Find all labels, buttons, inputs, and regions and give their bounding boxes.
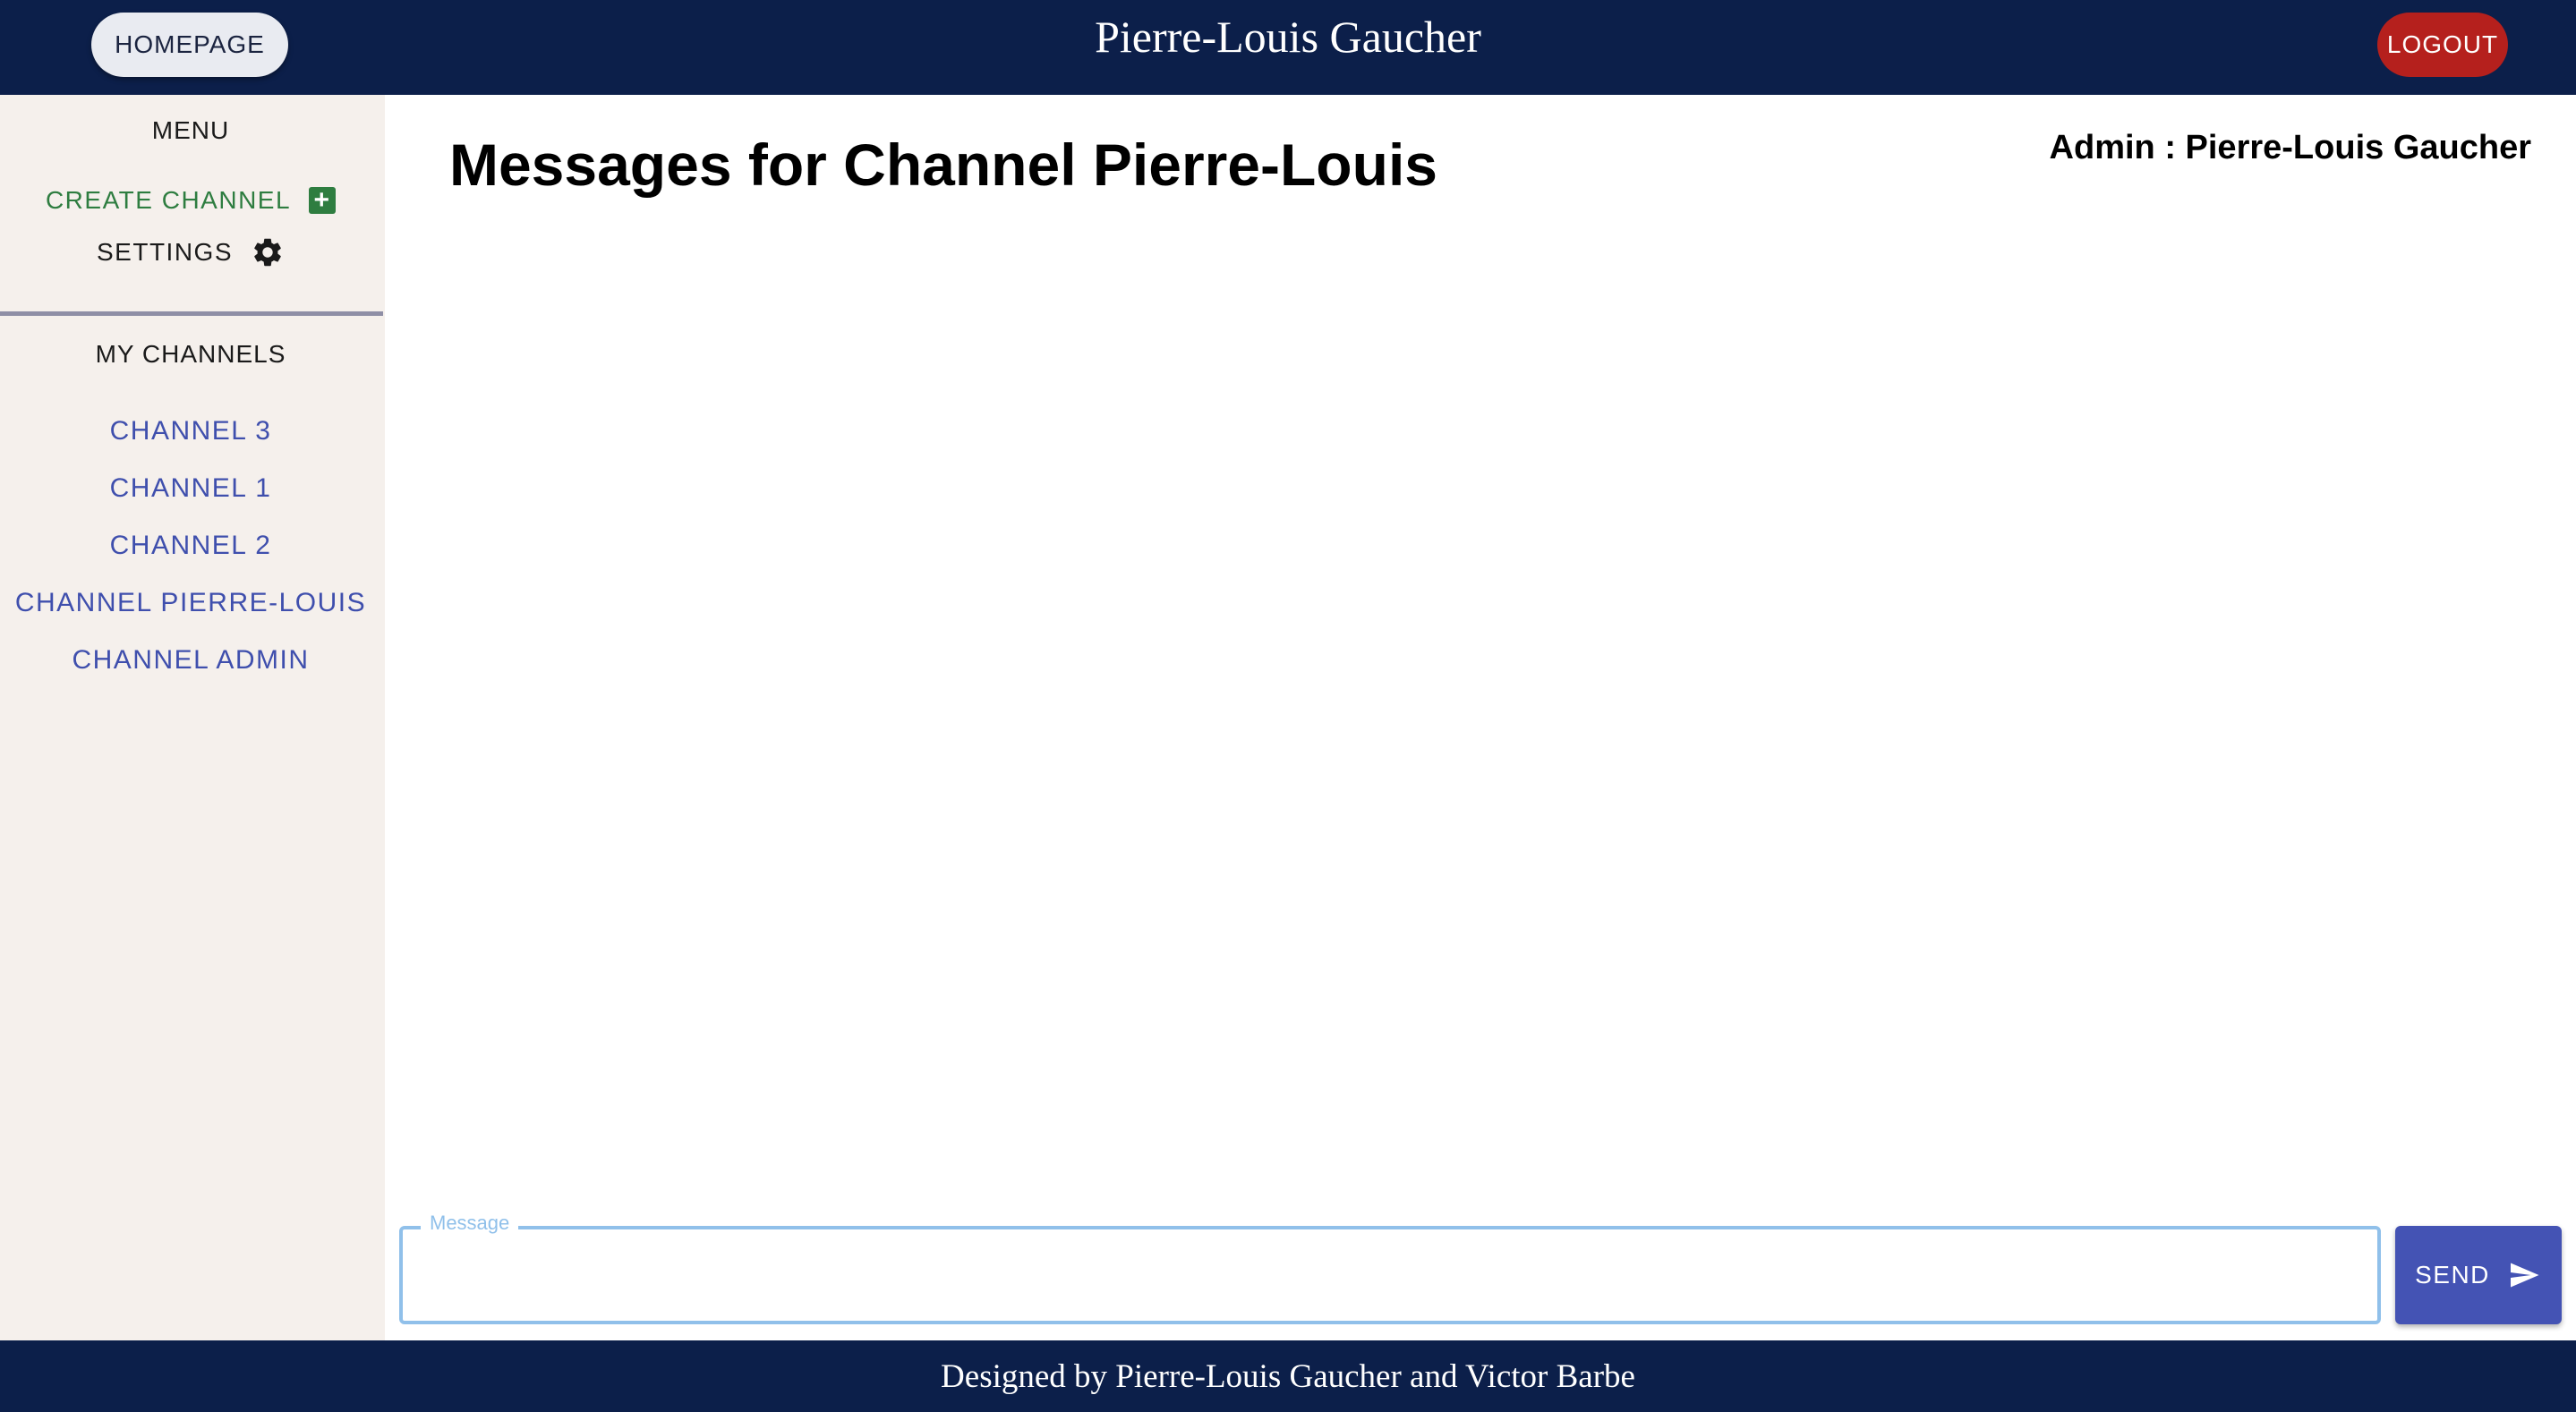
- sidebar-item-channel-admin[interactable]: CHANNEL ADMIN: [0, 632, 381, 689]
- create-channel-label: CREATE CHANNEL: [45, 186, 292, 214]
- footer: Designed by Pierre-Louis Gaucher and Vic…: [0, 1340, 2576, 1412]
- create-channel-button[interactable]: CREATE CHANNEL +: [0, 177, 381, 224]
- page-title: Messages for Channel Pierre-Louis: [449, 132, 1437, 198]
- top-navbar: HOMEPAGE Pierre-Louis Gaucher LOGOUT: [0, 0, 2576, 95]
- my-channels-heading: MY CHANNELS: [95, 340, 286, 368]
- settings-button[interactable]: SETTINGS: [0, 229, 381, 276]
- menu-heading: MENU: [151, 116, 230, 144]
- settings-label: SETTINGS: [96, 238, 233, 266]
- channel-admin-label: Admin : Pierre-Louis Gaucher: [2049, 129, 2531, 166]
- send-label: SEND: [2415, 1261, 2490, 1289]
- sidebar-item-channel-pierre-louis[interactable]: CHANNEL PIERRE-LOUIS: [0, 574, 381, 632]
- message-field-label: Message: [421, 1212, 519, 1235]
- channel-list: CHANNEL 3 CHANNEL 1 CHANNEL 2 CHANNEL PI…: [0, 403, 381, 689]
- app-title: Pierre-Louis Gaucher: [1095, 12, 1481, 62]
- plus-box-icon: +: [309, 187, 337, 214]
- gear-icon: [254, 238, 281, 267]
- sidebar: MENU CREATE CHANNEL + SETTINGS MY CHANNE…: [0, 95, 385, 1340]
- message-input[interactable]: [424, 1249, 2358, 1303]
- logout-button[interactable]: LOGOUT: [2377, 13, 2508, 77]
- send-button[interactable]: SEND: [2395, 1226, 2562, 1324]
- sidebar-divider: [0, 311, 383, 316]
- sidebar-item-channel-3[interactable]: CHANNEL 3: [0, 403, 381, 460]
- sidebar-item-channel-1[interactable]: CHANNEL 1: [0, 460, 381, 517]
- send-icon: [2510, 1263, 2539, 1288]
- message-field[interactable]: Message: [399, 1212, 2381, 1324]
- sidebar-item-channel-2[interactable]: CHANNEL 2: [0, 517, 381, 574]
